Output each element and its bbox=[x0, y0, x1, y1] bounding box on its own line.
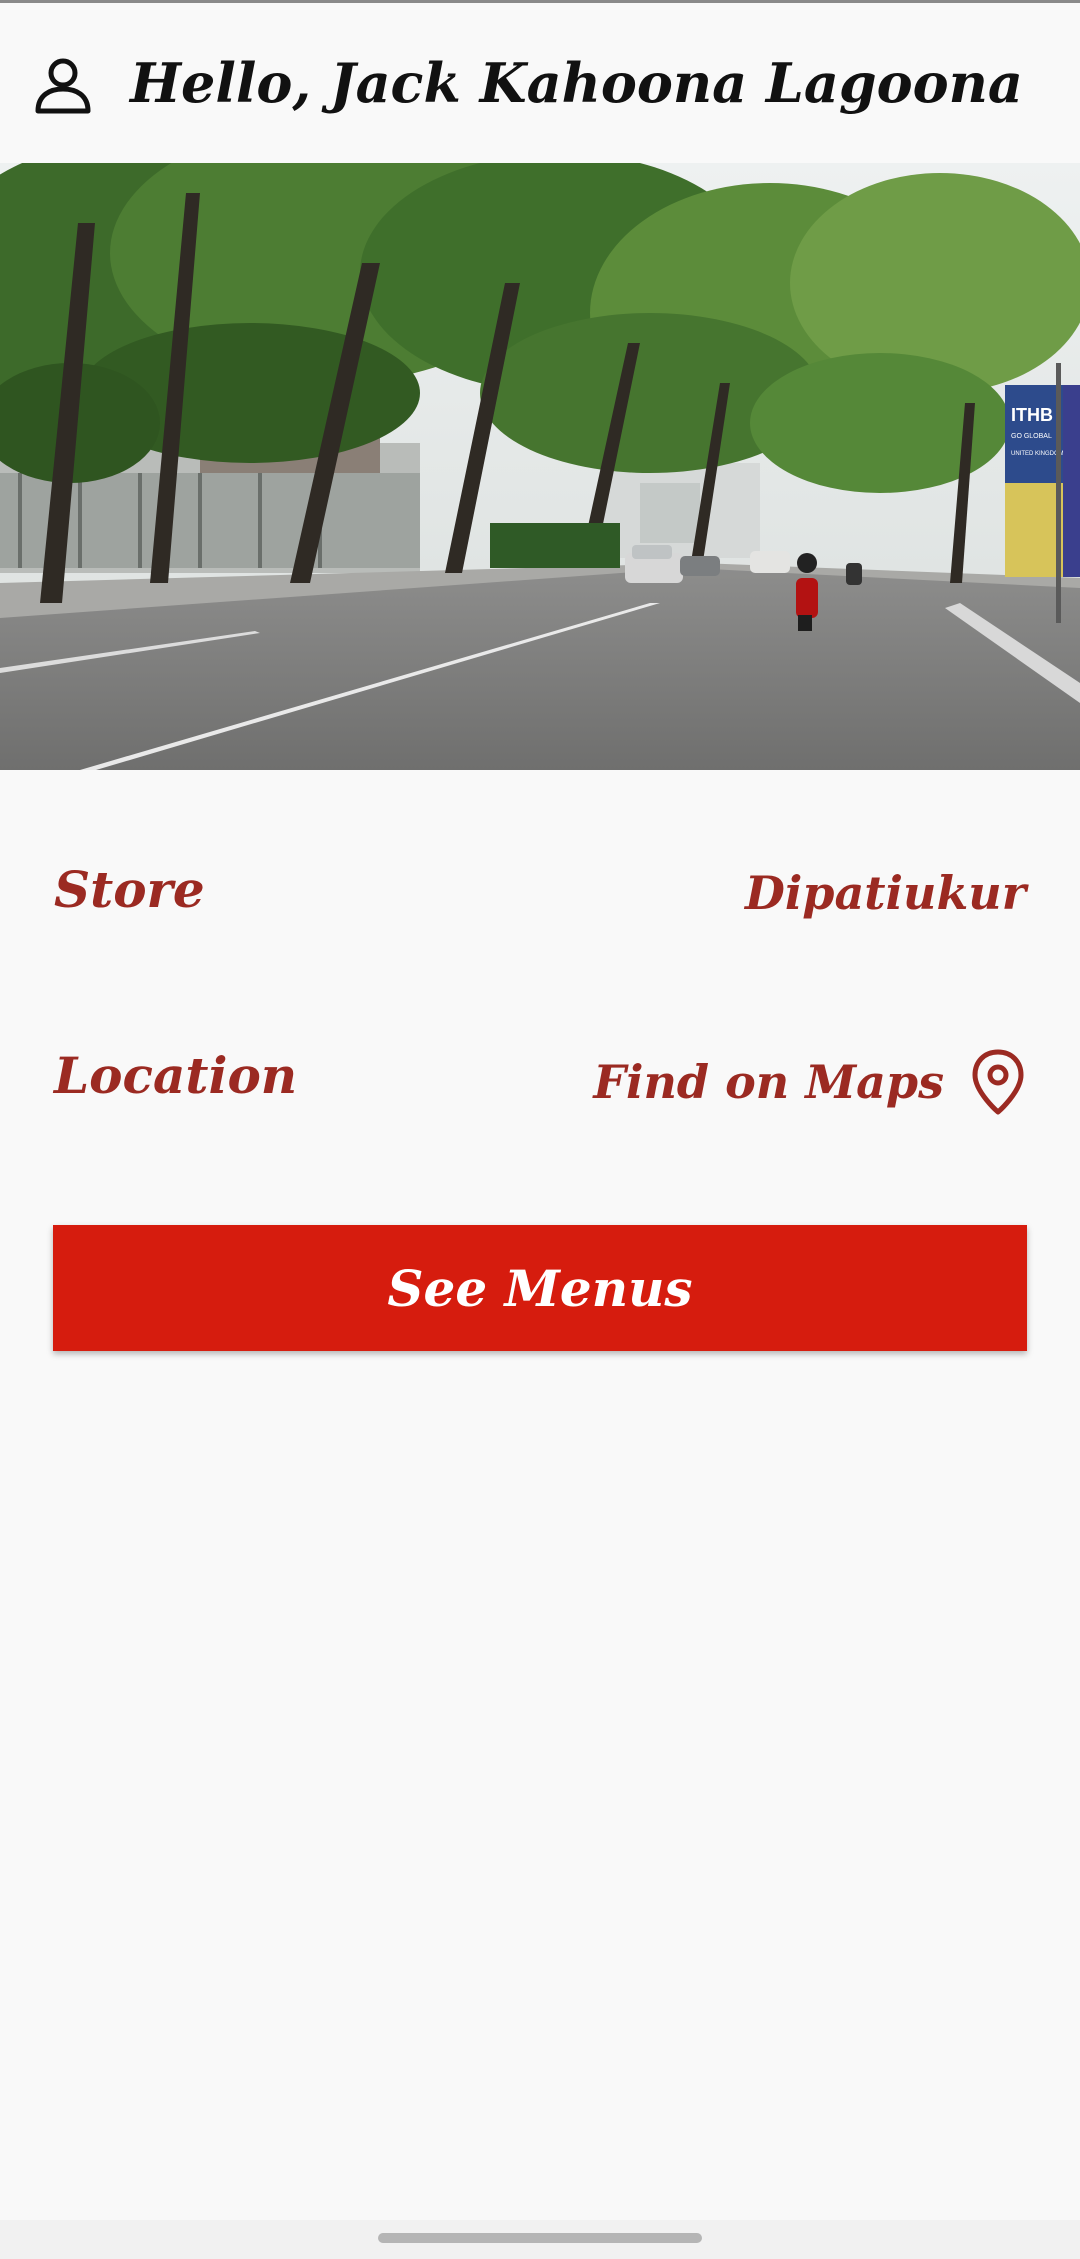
greeting-title: Hello, Jack Kahoona Lagoona bbox=[130, 51, 1023, 115]
map-pin-icon bbox=[972, 1049, 1024, 1115]
find-on-maps-link[interactable]: Find on Maps bbox=[593, 1046, 1026, 1118]
app-header: Hello, Jack Kahoona Lagoona bbox=[0, 3, 1080, 163]
see-menus-button[interactable]: See Menus bbox=[53, 1225, 1027, 1351]
banner-subtext: GO GLOBAL bbox=[1011, 433, 1052, 440]
user-icon[interactable] bbox=[30, 53, 96, 119]
banner-subtext-2: UNITED KINGDOM bbox=[1011, 451, 1064, 457]
location-label: Location bbox=[54, 1046, 298, 1105]
home-indicator[interactable] bbox=[378, 2233, 702, 2243]
store-hero-image: ITHB GO GLOBAL UNITED KINGDOM bbox=[0, 163, 1080, 770]
store-value: Dipatiukur bbox=[744, 866, 1026, 920]
store-label: Store bbox=[54, 860, 205, 919]
banner-title: ITHB bbox=[1011, 405, 1053, 425]
find-on-maps-label: Find on Maps bbox=[593, 1055, 944, 1109]
